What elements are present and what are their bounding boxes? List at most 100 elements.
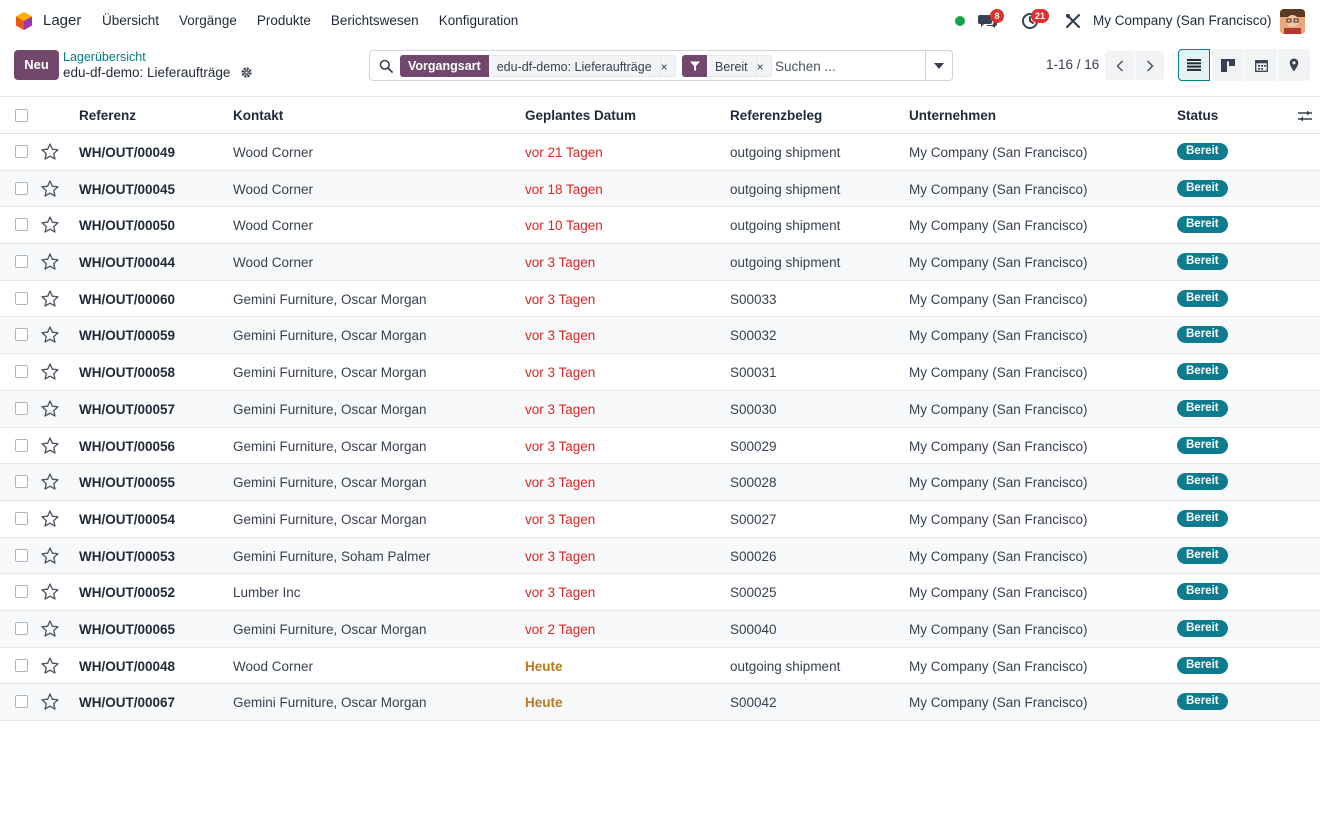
table-row[interactable]: WH/OUT/00058 Gemini Furniture, Oscar Morg…: [0, 354, 1320, 391]
row-select-checkbox[interactable]: [15, 438, 28, 452]
menu-item-reporting[interactable]: Berichtswesen: [331, 13, 419, 28]
column-header-reference[interactable]: Referenz: [79, 108, 136, 123]
star-icon[interactable]: [41, 216, 59, 234]
table-row[interactable]: WH/OUT/00053 Gemini Furniture, Soham Palm…: [0, 537, 1320, 575]
row-select-checkbox[interactable]: [15, 475, 28, 489]
row-select-checkbox[interactable]: [15, 181, 28, 195]
search-options-toggle[interactable]: [925, 51, 952, 80]
inventory-app-logo-icon[interactable]: [14, 11, 34, 31]
table-row[interactable]: WH/OUT/00052 Lumber Inc vor 3 Tagen S00025 M…: [0, 574, 1320, 611]
star-icon[interactable]: [41, 473, 59, 490]
search-input[interactable]: [775, 56, 920, 76]
table-row[interactable]: WH/OUT/00055 Gemini Furniture, Oscar Morg…: [0, 464, 1320, 501]
column-header-contact[interactable]: Kontakt: [233, 108, 283, 123]
cell-scheduled-date: vor 18 Tagen: [525, 181, 603, 197]
list-view-button[interactable]: [1178, 49, 1210, 81]
debug-tools-icon[interactable]: [1064, 12, 1082, 30]
cell-company: My Company (San Francisco): [909, 695, 1088, 711]
star-icon[interactable]: [41, 693, 59, 710]
cell-source-document: S00042: [730, 695, 777, 711]
map-view-button[interactable]: [1278, 49, 1310, 81]
table-row[interactable]: WH/OUT/00067 Gemini Furniture, Oscar Morg…: [0, 684, 1320, 721]
cell-reference: WH/OUT/00065: [79, 621, 176, 637]
table-row[interactable]: WH/OUT/00050 Wood Corner vor 10 Tagen outgo…: [0, 207, 1320, 245]
column-header-company[interactable]: Unternehmen: [909, 108, 996, 123]
star-icon[interactable]: [41, 180, 59, 197]
gear-icon[interactable]: [240, 66, 253, 79]
table-row[interactable]: WH/OUT/00049 Wood Corner vor 21 Tagen outgo…: [0, 134, 1320, 171]
cell-company: My Company (San Francisco): [909, 218, 1088, 234]
breadcrumb-current: edu-df-demo: Lieferaufträge: [63, 65, 231, 80]
row-select-checkbox[interactable]: [15, 218, 28, 232]
cell-scheduled-date: vor 10 Tagen: [525, 218, 603, 234]
table-row[interactable]: WH/OUT/00045 Wood Corner vor 18 Tagen outgo…: [0, 170, 1320, 208]
row-select-checkbox[interactable]: [15, 585, 28, 599]
menu-item-configuration[interactable]: Konfiguration: [439, 13, 519, 28]
cell-source-document: S00040: [730, 621, 777, 637]
row-select-checkbox[interactable]: [15, 145, 28, 158]
table-row[interactable]: WH/OUT/00054 Gemini Furniture, Oscar Morg…: [0, 501, 1320, 538]
cell-scheduled-date: vor 3 Tagen: [525, 438, 596, 454]
table-row[interactable]: WH/OUT/00048 Wood Corner Heute outgoing shi…: [0, 648, 1320, 685]
row-select-checkbox[interactable]: [15, 511, 28, 525]
row-select-checkbox[interactable]: [15, 328, 28, 342]
status-badge: Bereit: [1177, 693, 1228, 711]
star-icon[interactable]: [41, 546, 59, 564]
pager-value[interactable]: 1-16 / 16: [1046, 57, 1099, 72]
optional-columns-toggle-icon[interactable]: [1297, 109, 1313, 123]
table-row[interactable]: WH/OUT/00044 Wood Corner vor 3 Tagen outgoi…: [0, 244, 1320, 281]
cell-company: My Company (San Francisco): [909, 401, 1088, 417]
pager-next-button[interactable]: [1135, 51, 1164, 80]
table-row[interactable]: WH/OUT/00056 Gemini Furniture, Oscar Morg…: [0, 428, 1320, 465]
kanban-view-button[interactable]: [1212, 49, 1244, 81]
star-icon[interactable]: [41, 656, 59, 674]
pager-previous-button[interactable]: [1105, 51, 1134, 80]
cell-company: My Company (San Francisco): [909, 145, 1088, 160]
user-avatar-icon: [1280, 9, 1305, 34]
star-icon[interactable]: [41, 510, 59, 527]
row-select-checkbox[interactable]: [15, 255, 28, 269]
star-icon[interactable]: [41, 290, 59, 307]
star-icon[interactable]: [41, 436, 59, 454]
table-row[interactable]: WH/OUT/00057 Gemini Furniture, Oscar Morg…: [0, 390, 1320, 428]
table-row[interactable]: WH/OUT/00065 Gemini Furniture, Oscar Morg…: [0, 610, 1320, 648]
table-row[interactable]: WH/OUT/00060 Gemini Furniture, Oscar Morg…: [0, 281, 1320, 318]
star-icon[interactable]: [41, 326, 59, 344]
row-select-checkbox[interactable]: [15, 621, 28, 635]
cell-contact: Gemini Furniture, Oscar Morgan: [233, 511, 427, 527]
row-select-checkbox[interactable]: [15, 695, 28, 709]
new-button[interactable]: Neu: [14, 50, 59, 80]
row-select-checkbox[interactable]: [15, 658, 28, 672]
app-name[interactable]: Lager: [43, 12, 81, 29]
star-icon[interactable]: [41, 400, 59, 417]
company-switcher[interactable]: My Company (San Francisco): [1093, 13, 1272, 28]
facet-remove-button[interactable]: ×: [756, 55, 772, 77]
row-select-checkbox[interactable]: [15, 401, 28, 415]
column-header-status[interactable]: Status: [1177, 108, 1218, 123]
menu-item-operations[interactable]: Vorgänge: [179, 13, 237, 28]
row-select-checkbox[interactable]: [15, 365, 28, 379]
select-all-checkbox[interactable]: [15, 109, 28, 122]
search-bar: Vorgangsart edu-df-demo: Lieferaufträge …: [369, 50, 953, 81]
star-icon[interactable]: [41, 363, 59, 380]
star-icon[interactable]: [41, 583, 59, 600]
menu-item-overview[interactable]: Übersicht: [102, 13, 159, 28]
star-icon[interactable]: [41, 620, 59, 637]
star-icon[interactable]: [41, 253, 59, 270]
cell-source-document: outgoing shipment: [730, 255, 841, 271]
facet-remove-button[interactable]: ×: [660, 55, 676, 77]
cell-company: My Company (San Francisco): [909, 291, 1088, 307]
user-avatar[interactable]: [1280, 9, 1305, 34]
search-icon: [379, 59, 393, 73]
table-row[interactable]: WH/OUT/00059 Gemini Furniture, Oscar Morg…: [0, 317, 1320, 355]
column-header-scheduled-date[interactable]: Geplantes Datum: [525, 108, 636, 123]
list-view-icon: [1187, 59, 1201, 71]
row-select-checkbox[interactable]: [15, 291, 28, 305]
breadcrumb-parent-link[interactable]: Lagerübersicht: [63, 50, 146, 64]
menu-item-products[interactable]: Produkte: [257, 13, 311, 28]
star-icon[interactable]: [41, 143, 59, 160]
column-header-source-document[interactable]: Referenzbeleg: [730, 108, 822, 123]
row-select-checkbox[interactable]: [15, 548, 28, 562]
calendar-view-button[interactable]: [1245, 49, 1277, 81]
cell-company: My Company (San Francisco): [909, 255, 1088, 271]
